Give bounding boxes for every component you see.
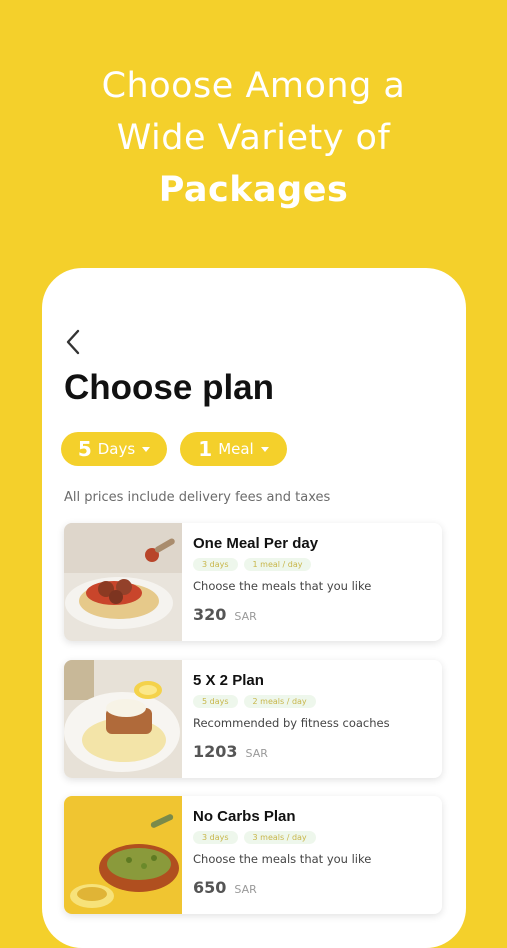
plan-name: No Carbs Plan (193, 808, 296, 825)
plan-card[interactable]: 5 X 2 Plan 5 days 2 meals / day Recommen… (64, 660, 442, 778)
plan-price: 1203 SAR (193, 742, 434, 761)
plan-days-tag: 3 days (193, 558, 238, 571)
meals-dropdown[interactable]: 1 Meal (180, 432, 287, 466)
plan-info: One Meal Per day 3 days 1 meal / day Cho… (193, 535, 434, 624)
phone-screen: Choose plan 5 Days 1 Meal All prices inc… (42, 268, 466, 948)
price-currency: SAR (234, 610, 257, 623)
plan-price: 320 SAR (193, 605, 434, 624)
plan-price: 650 SAR (193, 878, 434, 897)
price-amount: 1203 (193, 742, 238, 761)
plan-meals-tag: 3 meals / day (243, 831, 316, 844)
days-label: Days (97, 440, 136, 458)
plan-name: 5 X 2 Plan (193, 672, 264, 689)
plan-image (64, 796, 182, 914)
headline: Choose Among a Wide Variety of Packages (0, 60, 507, 216)
days-number: 5 (77, 437, 92, 461)
plan-card[interactable]: One Meal Per day 3 days 1 meal / day Cho… (64, 523, 442, 641)
price-amount: 320 (193, 605, 227, 624)
meals-label: Meal (218, 440, 254, 458)
price-amount: 650 (193, 878, 227, 897)
plan-card[interactable]: No Carbs Plan 3 days 3 meals / day Choos… (64, 796, 442, 914)
plan-info: No Carbs Plan 3 days 3 meals / day Choos… (193, 808, 434, 897)
plan-days-tag: 5 days (193, 695, 238, 708)
plan-tags: 5 days 2 meals / day (193, 695, 434, 708)
plan-info: 5 X 2 Plan 5 days 2 meals / day Recommen… (193, 672, 434, 761)
meals-number: 1 (198, 437, 213, 461)
plan-image (64, 523, 182, 641)
caret-down-icon (260, 446, 269, 452)
plan-description: Recommended by fitness coaches (193, 716, 390, 730)
price-currency: SAR (234, 883, 257, 896)
page-title: Choose plan (64, 368, 275, 407)
caret-down-icon (142, 446, 151, 452)
days-dropdown[interactable]: 5 Days (61, 432, 167, 466)
plan-image (64, 660, 182, 778)
plan-description: Choose the meals that you like (193, 852, 372, 866)
headline-line-3: Packages (158, 170, 349, 210)
plan-tags: 3 days 3 meals / day (193, 831, 434, 844)
price-currency: SAR (245, 747, 268, 760)
plan-name: One Meal Per day (193, 535, 319, 552)
plan-tags: 3 days 1 meal / day (193, 558, 434, 571)
plan-meals-tag: 1 meal / day (243, 558, 312, 571)
headline-line-2: Wide Variety of (116, 118, 391, 158)
plan-meals-tag: 2 meals / day (243, 695, 316, 708)
chevron-left-icon (66, 329, 80, 355)
plan-days-tag: 3 days (193, 831, 238, 844)
headline-line-1: Choose Among a (101, 66, 406, 106)
back-button[interactable] (62, 328, 86, 356)
plan-description: Choose the meals that you like (193, 579, 372, 593)
price-note: All prices include delivery fees and tax… (64, 490, 331, 505)
